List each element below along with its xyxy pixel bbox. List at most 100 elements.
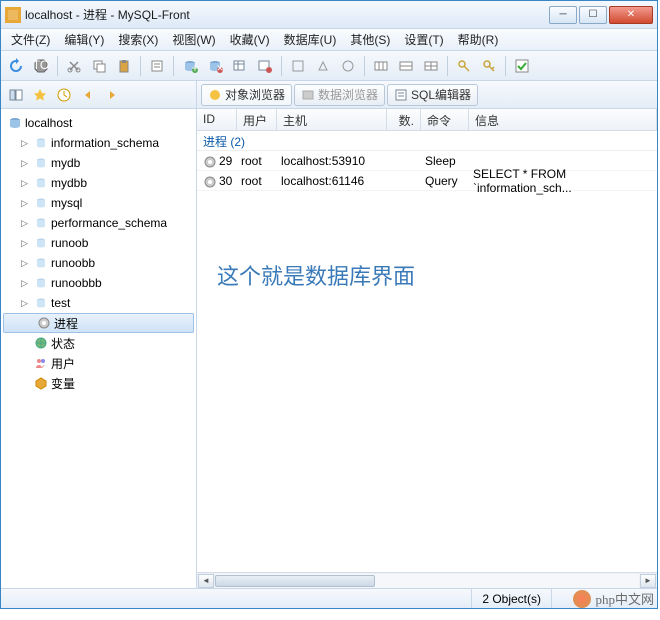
menu-help[interactable]: 帮助(R): [452, 29, 505, 50]
check-button[interactable]: [511, 55, 533, 77]
main-toolbar: STOP + ×: [1, 51, 657, 81]
tree-db[interactable]: ▷ mydb: [1, 153, 196, 173]
expand-icon[interactable]: ▷: [21, 198, 31, 208]
tool1-button[interactable]: [287, 55, 309, 77]
tree-db[interactable]: ▷ test: [1, 293, 196, 313]
database-icon: [33, 275, 49, 291]
tree-users[interactable]: 用户: [1, 353, 196, 373]
expand-icon[interactable]: ▷: [21, 258, 31, 268]
menu-favorites[interactable]: 收藏(V): [224, 29, 276, 50]
history-back-icon[interactable]: [77, 84, 99, 106]
status-objects: 2 Object(s): [471, 589, 551, 608]
close-button[interactable]: ✕: [609, 6, 653, 24]
horizontal-scrollbar[interactable]: ◄ ►: [197, 572, 657, 588]
status-bar: 2 Object(s): [1, 588, 657, 608]
col-id[interactable]: ID: [197, 109, 237, 130]
tab-data-browser[interactable]: 数据浏览器: [294, 84, 385, 106]
tool2-button[interactable]: [312, 55, 334, 77]
minimize-button[interactable]: ─: [549, 6, 577, 24]
gear-icon: [197, 153, 213, 169]
table-add-button[interactable]: [229, 55, 251, 77]
app-icon: [5, 7, 21, 23]
table-remove-button[interactable]: [254, 55, 276, 77]
grid3-button[interactable]: [420, 55, 442, 77]
main-area: localhost ▷ information_schema ▷ mydb ▷myd…: [1, 109, 657, 588]
paste-button[interactable]: [113, 55, 135, 77]
tree-db[interactable]: ▷ information_schema: [1, 133, 196, 153]
expand-icon[interactable]: ▷: [21, 178, 31, 188]
key-button[interactable]: [453, 55, 475, 77]
stop-button[interactable]: STOP: [30, 55, 52, 77]
database-icon: [33, 215, 49, 231]
history-forward-icon[interactable]: [101, 84, 123, 106]
tab-object-browser[interactable]: 对象浏览器: [201, 84, 292, 106]
tree-db[interactable]: ▷mydbb: [1, 173, 196, 193]
tree-host[interactable]: localhost: [1, 113, 196, 133]
properties-button[interactable]: [146, 55, 168, 77]
tree-label: test: [51, 296, 70, 310]
tree-status[interactable]: 状态: [1, 333, 196, 353]
window-title: localhost - 进程 - MySQL-Front: [25, 6, 549, 23]
tree-db[interactable]: ▷mysql: [1, 193, 196, 213]
expand-icon[interactable]: ▷: [21, 278, 31, 288]
key2-button[interactable]: [478, 55, 500, 77]
menu-settings[interactable]: 设置(T): [398, 29, 449, 50]
tree-db[interactable]: ▷performance_schema: [1, 213, 196, 233]
scroll-thumb[interactable]: [215, 575, 375, 587]
cut-button[interactable]: [63, 55, 85, 77]
scroll-track[interactable]: [215, 574, 639, 588]
scroll-left-button[interactable]: ◄: [198, 574, 214, 588]
tree-label: mydb: [51, 156, 80, 170]
expand-icon[interactable]: ▷: [21, 238, 31, 248]
col-user[interactable]: 用户: [237, 109, 277, 130]
navigation-tree[interactable]: localhost ▷ information_schema ▷ mydb ▷myd…: [1, 109, 197, 588]
sql-editor-icon: [394, 88, 408, 102]
tree-label: 状态: [51, 335, 75, 352]
tree-label: information_schema: [51, 136, 159, 150]
expand-icon[interactable]: ▷: [21, 158, 31, 168]
db-remove-button[interactable]: ×: [204, 55, 226, 77]
clock-icon[interactable]: [53, 84, 75, 106]
grid1-button[interactable]: [370, 55, 392, 77]
menu-edit[interactable]: 编辑(Y): [58, 29, 110, 50]
menu-view[interactable]: 视图(W): [166, 29, 221, 50]
cell-db: [385, 159, 419, 163]
copy-button[interactable]: [88, 55, 110, 77]
tool3-button[interactable]: [337, 55, 359, 77]
cell-db: [385, 179, 419, 183]
expand-icon[interactable]: ▷: [21, 298, 31, 308]
expand-icon[interactable]: ▷: [21, 138, 31, 148]
maximize-button[interactable]: ☐: [579, 6, 607, 24]
tree-process[interactable]: 进程: [3, 313, 194, 333]
tree-db[interactable]: ▷runoobb: [1, 253, 196, 273]
table-row[interactable]: 30 root localhost:61146 Query SELECT * F…: [197, 171, 657, 191]
grid2-button[interactable]: [395, 55, 417, 77]
watermark-logo-icon: [573, 590, 591, 608]
title-bar[interactable]: localhost - 进程 - MySQL-Front ─ ☐ ✕: [1, 1, 657, 29]
group-row[interactable]: 进程 (2): [197, 131, 657, 151]
gear-icon: [197, 173, 213, 189]
tab-sql-editor[interactable]: SQL编辑器: [387, 84, 478, 106]
refresh-button[interactable]: [5, 55, 27, 77]
menu-search[interactable]: 搜索(X): [112, 29, 164, 50]
users-icon: [33, 355, 49, 371]
tree-db[interactable]: ▷runoobbb: [1, 273, 196, 293]
col-info[interactable]: 信息: [469, 109, 657, 130]
tree-toggle-button[interactable]: [5, 84, 27, 106]
menu-other[interactable]: 其他(S): [344, 29, 396, 50]
menu-database[interactable]: 数据库(U): [278, 29, 343, 50]
col-cmd[interactable]: 命令: [421, 109, 469, 130]
col-host[interactable]: 主机: [277, 109, 387, 130]
db-add-button[interactable]: +: [179, 55, 201, 77]
scroll-right-button[interactable]: ►: [640, 574, 656, 588]
menu-file[interactable]: 文件(Z): [5, 29, 56, 50]
tab-label: SQL编辑器: [411, 86, 471, 103]
tree-db[interactable]: ▷runoob: [1, 233, 196, 253]
database-icon: [33, 295, 49, 311]
expand-icon[interactable]: ▷: [21, 218, 31, 228]
favorites-icon[interactable]: [29, 84, 51, 106]
svg-text:STOP: STOP: [33, 58, 49, 72]
annotation-text: 这个就是数据库界面: [217, 259, 415, 291]
col-db[interactable]: 数.: [387, 109, 421, 130]
tree-variables[interactable]: 变量: [1, 373, 196, 393]
